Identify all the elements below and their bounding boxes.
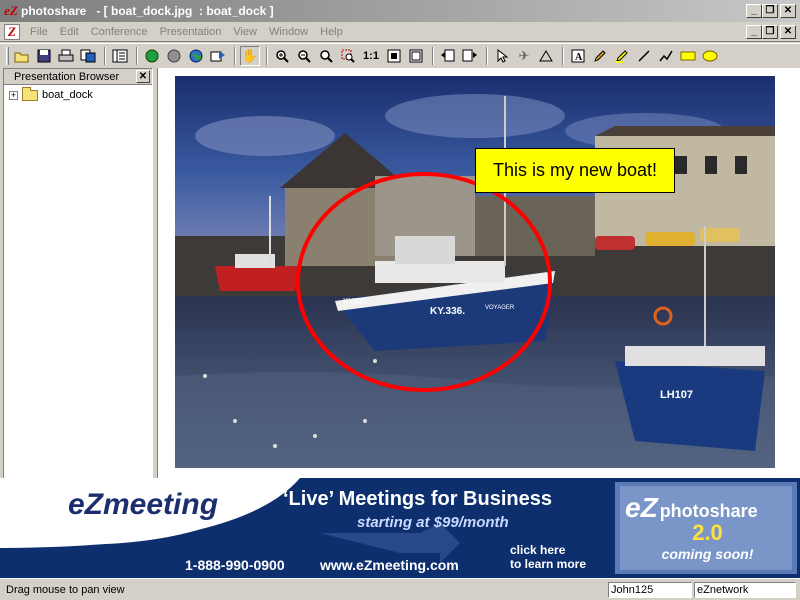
banner-headline: ‘Live’ Meetings for Business — [283, 488, 552, 510]
banner-cta[interactable]: click here to learn more — [510, 543, 586, 571]
globe-icon[interactable] — [186, 46, 206, 66]
status-bar: Drag mouse to pan view John125 eZnetwork — [0, 578, 800, 600]
svg-text:KY334: KY334 — [343, 297, 368, 306]
banner-cta-line1: click here — [510, 543, 566, 557]
status-message: Drag mouse to pan view — [6, 583, 125, 596]
folder-icon — [22, 86, 38, 101]
toolbar-separator — [266, 46, 268, 65]
window-title: photoshare - [ boat_dock.jpg : boat_dock… — [21, 4, 274, 18]
text-icon[interactable]: A — [568, 46, 588, 66]
restore-button[interactable]: ❐ — [762, 4, 778, 18]
minimize-button[interactable]: _ — [746, 4, 762, 18]
triangle-icon[interactable] — [536, 46, 556, 66]
menu-help[interactable]: Help — [314, 26, 349, 38]
zoom-actual-label[interactable]: 1:1 — [360, 46, 382, 66]
ad-banner[interactable]: eZmeeting ‘Live’ Meetings for Business s… — [0, 478, 800, 578]
gray-circle-icon[interactable] — [164, 46, 184, 66]
menu-file[interactable]: File — [24, 26, 54, 38]
banner-url[interactable]: www.eZmeeting.com — [320, 557, 459, 573]
page-next-icon[interactable] — [460, 46, 480, 66]
svg-text:KY.336.: KY.336. — [430, 306, 465, 317]
document-window-controls: _ ❐ ✕ — [746, 25, 796, 39]
promo-ez-mark: eZ — [625, 492, 658, 523]
freehand-icon[interactable] — [656, 46, 676, 66]
photoshare-promo[interactable]: eZ photoshare 2.0 coming soon! — [625, 492, 790, 562]
banner-phone: 1-888-990-0900 — [185, 557, 285, 573]
photo-boat-dock[interactable]: KY.336. KY334 VOYAGER LH107 This is my n… — [175, 76, 775, 468]
toolbar-separator — [432, 46, 434, 65]
svg-text:A: A — [575, 52, 583, 63]
annotation-text: This is my new boat! — [492, 160, 658, 180]
expand-icon[interactable]: + — [9, 90, 18, 100]
presentation-browser-header: Presentation Browser ✕ — [4, 69, 152, 85]
rectangle-icon[interactable] — [678, 46, 698, 66]
zoom-in-icon[interactable] — [272, 46, 292, 66]
menu-conference[interactable]: Conference — [85, 26, 154, 38]
close-icon[interactable]: ✕ — [136, 70, 150, 83]
toolbar-separator — [486, 46, 488, 65]
ellipse-icon[interactable] — [700, 46, 720, 66]
presentation-canvas[interactable]: KY.336. KY334 VOYAGER LH107 This is my n… — [157, 68, 800, 478]
tree-item[interactable]: + boat_dock — [9, 86, 152, 101]
toolbar: ✋ 1:1 ✈ A — [0, 43, 800, 67]
annotation-callout[interactable]: This is my new boat! — [475, 148, 675, 193]
highlighter-icon[interactable] — [612, 46, 632, 66]
status-user: John125 — [608, 582, 692, 598]
page-prev-icon[interactable] — [438, 46, 458, 66]
svg-text:LH107: LH107 — [660, 389, 693, 401]
pencil-icon[interactable] — [590, 46, 610, 66]
menu-bar: Z File Edit Conference Presentation View… — [0, 22, 800, 42]
send-icon[interactable] — [208, 46, 228, 66]
zoom-select-icon[interactable] — [338, 46, 358, 66]
presentation-browser-title: Presentation Browser — [14, 70, 120, 83]
fit-window-icon[interactable] — [406, 46, 426, 66]
banner-cta-line2: to learn more — [510, 557, 587, 571]
document-icon[interactable]: Z — [4, 23, 20, 40]
menu-window[interactable]: Window — [263, 26, 314, 38]
airplane-icon[interactable]: ✈ — [514, 46, 534, 66]
title-bar: eZ photoshare - [ boat_dock.jpg : boat_d… — [0, 0, 800, 22]
window-controls: _ ❐ ✕ — [746, 4, 796, 18]
save-icon[interactable] — [34, 46, 54, 66]
menu-presentation[interactable]: Presentation — [154, 26, 228, 38]
menu-view[interactable]: View — [227, 26, 263, 38]
doc-restore-button[interactable]: ❐ — [762, 25, 778, 39]
svg-text:VOYAGER: VOYAGER — [485, 305, 515, 311]
print-icon[interactable] — [56, 46, 76, 66]
toolbar-separator — [136, 46, 138, 65]
green-circle-icon[interactable] — [142, 46, 162, 66]
doc-close-button[interactable]: ✕ — [780, 25, 796, 39]
toolbar-grip[interactable] — [6, 46, 9, 65]
banner-subline: starting at $99/month — [357, 514, 509, 531]
ezmeeting-logo: eZmeeting — [68, 488, 219, 521]
tree-item-label: boat_dock — [42, 89, 93, 101]
panel-icon[interactable] — [110, 46, 130, 66]
app-logo-icon: eZ — [4, 3, 18, 18]
zoom-icon[interactable] — [316, 46, 336, 66]
promo-product: photoshare — [659, 501, 758, 521]
zoom-out-icon[interactable] — [294, 46, 314, 66]
toolbar-separator — [562, 46, 564, 65]
hand-icon[interactable]: ✋ — [240, 45, 260, 66]
pointer-icon[interactable] — [492, 46, 512, 66]
promo-coming-soon: coming soon! — [661, 546, 754, 562]
copy-icon[interactable] — [78, 46, 98, 66]
status-network: eZnetwork — [694, 582, 796, 598]
fit-icon[interactable] — [384, 46, 404, 66]
close-button[interactable]: ✕ — [780, 4, 796, 18]
toolbar-separator — [234, 46, 236, 65]
menu-edit[interactable]: Edit — [54, 26, 85, 38]
toolbar-separator — [104, 46, 106, 65]
line-icon[interactable] — [634, 46, 654, 66]
photo-image: KY.336. KY334 VOYAGER LH107 — [175, 76, 775, 468]
doc-minimize-button[interactable]: _ — [746, 25, 762, 39]
open-icon[interactable] — [12, 46, 32, 66]
